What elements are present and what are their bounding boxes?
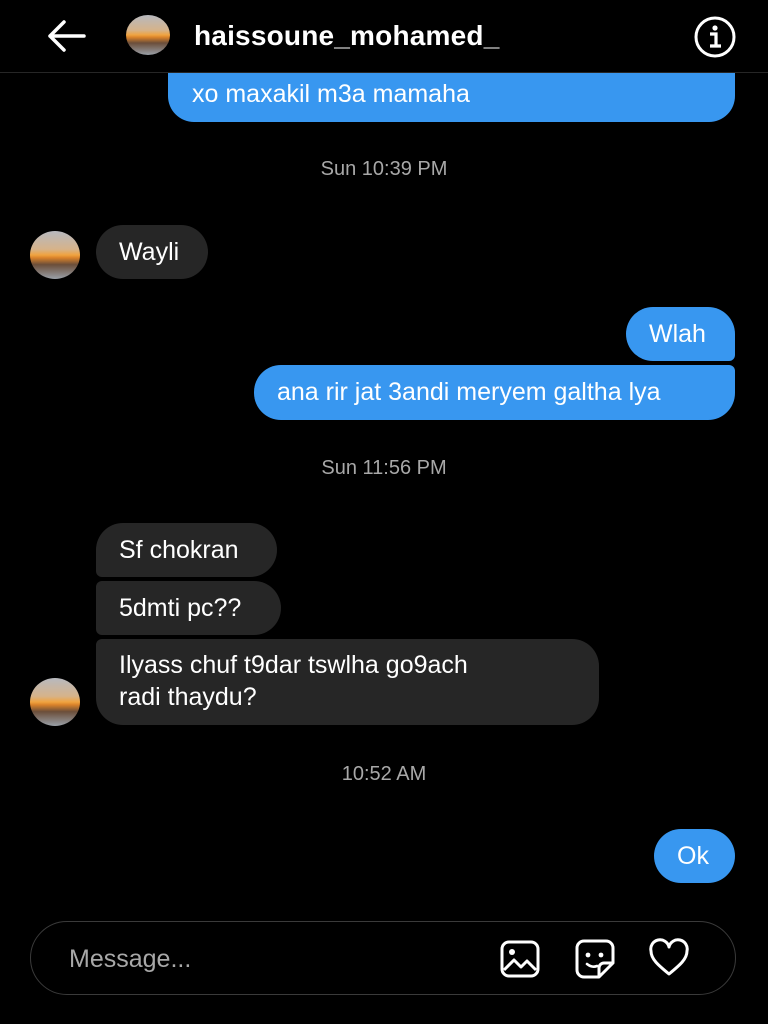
contact-avatar[interactable]: [126, 15, 170, 55]
message-outgoing[interactable]: Wlah: [626, 307, 735, 361]
info-icon[interactable]: [693, 15, 737, 59]
message-composer: [30, 921, 736, 995]
back-arrow-icon[interactable]: [44, 18, 88, 54]
timestamp: 10:52 AM: [341, 763, 427, 785]
message-text-line: radi thaydu?: [119, 683, 257, 711]
message-text: Sf chokran: [119, 536, 239, 564]
gallery-icon[interactable]: [499, 938, 541, 980]
contact-avatar[interactable]: [30, 231, 80, 279]
timestamp: Sun 11:56 PM: [321, 457, 447, 479]
message-text: ana rir jat 3andi meryem galtha lya: [277, 378, 661, 406]
message-text: Ok: [677, 842, 709, 870]
contact-avatar[interactable]: [30, 678, 80, 726]
message-text: xo maxakil m3a mamaha: [192, 80, 470, 108]
message-text: Wlah: [649, 320, 706, 348]
message-incoming[interactable]: 5dmti pc??: [96, 581, 281, 635]
chat-header: haissoune_mohamed_: [0, 0, 768, 73]
message-incoming[interactable]: Wayli: [96, 225, 208, 279]
message-text: 5dmti pc??: [119, 594, 242, 622]
heart-icon[interactable]: [648, 938, 690, 980]
contact-username[interactable]: haissoune_mohamed_: [194, 20, 499, 52]
message-incoming[interactable]: Sf chokran: [96, 523, 277, 577]
message-incoming[interactable]: Ilyass chuf t9dar tswlha go9ach radi tha…: [96, 639, 599, 725]
message-outgoing[interactable]: Ok: [654, 829, 735, 883]
message-input[interactable]: [67, 940, 471, 978]
message-text: Wayli: [119, 238, 180, 266]
message-outgoing[interactable]: ana rir jat 3andi meryem galtha lya: [254, 365, 735, 420]
message-text-line: Ilyass chuf t9dar tswlha go9ach: [119, 651, 468, 679]
sticker-icon[interactable]: [574, 938, 616, 980]
timestamp: Sun 10:39 PM: [320, 158, 448, 180]
